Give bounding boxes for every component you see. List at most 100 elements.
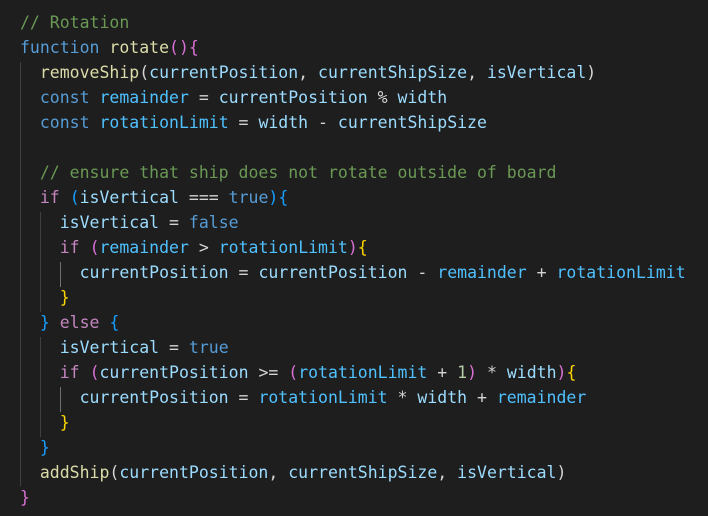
code-line: function rotate(){ — [20, 35, 199, 60]
code-line: isVertical = false — [20, 210, 239, 235]
code-line: isVertical = true — [20, 335, 229, 360]
code-token: currentShipSize — [318, 63, 468, 82]
code-line: } — [20, 435, 50, 460]
code-token: + — [526, 263, 557, 282]
code-token: remainder — [99, 238, 189, 257]
code-token: function — [20, 38, 100, 57]
code-token: { — [278, 188, 289, 207]
code-token: currentPosition — [79, 388, 229, 407]
code-token: 1 — [457, 363, 468, 382]
code-line: currentPosition = rotationLimit * width … — [20, 385, 587, 410]
code-line: const remainder = currentPosition % widt… — [20, 85, 447, 110]
code-token: true — [228, 188, 269, 207]
code-token: isVertical — [59, 213, 160, 232]
code-line: // Rotation — [20, 10, 129, 35]
code-token: currentPosition — [79, 263, 229, 282]
code-line: const rotationLimit = width - currentShi… — [20, 110, 487, 135]
code-line: if (remainder > rotationLimit){ — [20, 235, 368, 260]
code-line: currentPosition = currentPosition - rema… — [20, 260, 686, 285]
code-token: * — [387, 388, 418, 407]
code-token: isVertical — [59, 338, 160, 357]
code-token: ( — [139, 63, 150, 82]
code-token: width — [506, 363, 557, 382]
code-editor[interactable]: // Rotation function rotate(){ removeShip… — [0, 0, 708, 516]
code-token: = — [228, 113, 259, 132]
code-token: currentPosition — [119, 463, 269, 482]
code-token: * — [477, 363, 507, 382]
code-token: currentPosition — [258, 263, 408, 282]
code-token: rotate — [109, 38, 170, 57]
code-token: = — [159, 338, 189, 357]
code-token: rotationLimit — [258, 388, 388, 407]
code-token: ) — [467, 363, 478, 382]
code-line: if (currentPosition >= (rotationLimit + … — [20, 360, 577, 385]
code-token: remainder — [496, 388, 587, 407]
code-token: ) — [347, 238, 358, 257]
code-token: remainder — [99, 88, 189, 107]
code-token: ) — [268, 188, 279, 207]
code-token: isVertical — [79, 188, 179, 207]
code-token: currentShipSize — [337, 113, 487, 132]
code-line: } else { — [20, 310, 120, 335]
code-token: currentPosition — [149, 63, 299, 82]
code-token: { — [566, 363, 577, 382]
code-token: currentPosition — [218, 88, 368, 107]
code-line: if (isVertical === true){ — [20, 185, 288, 210]
code-token: , — [437, 463, 458, 482]
code-token: rotationLimit — [99, 113, 229, 132]
code-token: } — [39, 438, 50, 457]
code-token: const — [39, 88, 90, 107]
code-token: } — [20, 488, 30, 507]
code-line: // ensure that ship does not rotate outs… — [20, 160, 557, 185]
code-token: ) — [556, 463, 567, 482]
code-token: () — [169, 38, 189, 57]
code-token: rotationLimit — [556, 263, 686, 282]
code-token: >= — [248, 363, 289, 382]
code-token: width — [417, 388, 468, 407]
code-line: } — [20, 285, 70, 310]
code-token: // ensure that ship does not rotate outs… — [39, 163, 557, 182]
code-token: ( — [109, 463, 120, 482]
code-token: , — [467, 63, 487, 82]
code-token: ( — [89, 363, 100, 382]
code-token: { — [357, 238, 368, 257]
code-token: % — [367, 88, 398, 107]
code-token: removeShip — [39, 63, 140, 82]
code-token: width — [397, 88, 448, 107]
code-token: } — [39, 313, 50, 332]
code-token: + — [467, 388, 497, 407]
code-token: , — [298, 63, 319, 82]
code-token: if — [59, 238, 80, 257]
code-token: isVertical — [486, 63, 587, 82]
code-token: = — [188, 88, 219, 107]
code-token: if — [39, 188, 60, 207]
code-token: currentShipSize — [288, 463, 438, 482]
code-token: = — [228, 263, 259, 282]
code-token: { — [109, 313, 120, 332]
code-token: false — [188, 213, 239, 232]
code-token: true — [188, 338, 229, 357]
code-line: } — [20, 485, 30, 510]
code-token: else — [59, 313, 100, 332]
code-line: } — [20, 410, 70, 435]
code-token: ( — [89, 238, 100, 257]
